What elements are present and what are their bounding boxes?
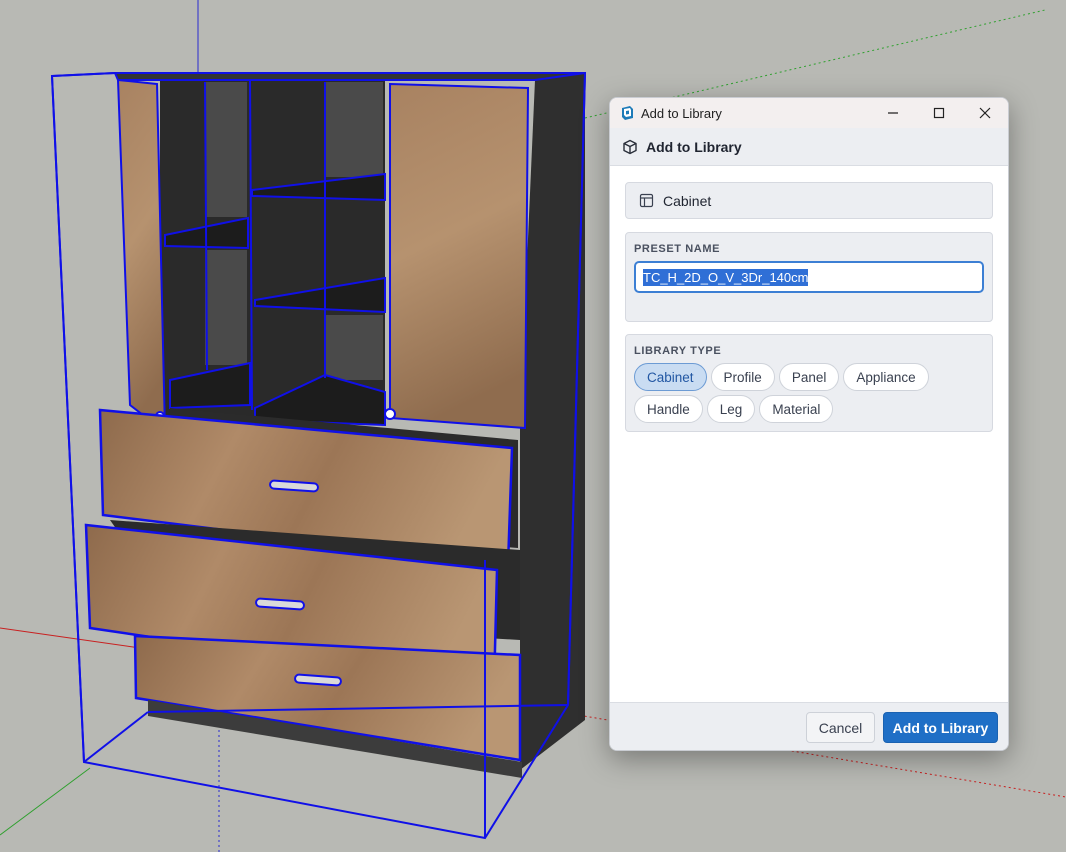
cancel-button[interactable]: Cancel	[806, 712, 875, 743]
chip-profile[interactable]: Profile	[710, 363, 775, 391]
chip-cabinet[interactable]: Cabinet	[634, 363, 707, 391]
dialog-footer: Cancel Add to Library	[610, 702, 1008, 750]
library-type-card: LIBRARY TYPE Cabinet Profile Panel Appli…	[625, 334, 993, 432]
chip-handle[interactable]: Handle	[634, 395, 703, 423]
minimize-button[interactable]	[870, 98, 916, 128]
close-button[interactable]	[962, 98, 1008, 128]
cube-icon	[622, 139, 638, 155]
preset-name-value: TC_H_2D_O_V_3Dr_140cm	[643, 268, 809, 286]
minimize-icon	[888, 112, 898, 114]
sketchup-icon	[619, 105, 635, 121]
cabinet-top	[113, 72, 586, 81]
chip-appliance[interactable]: Appliance	[843, 363, 929, 391]
interior-back-panel	[205, 82, 247, 217]
library-type-options: Cabinet Profile Panel Appliance Handle L…	[634, 363, 984, 423]
object-type-card: Cabinet	[625, 182, 993, 219]
interior-back-panel	[325, 82, 383, 177]
dialog-body: Cabinet PRESET NAME TC_H_2D_O_V_3Dr_140c…	[610, 166, 1008, 702]
add-to-library-dialog: Add to Library Add to Library Cabinet PR…	[609, 97, 1009, 751]
maximize-icon	[933, 107, 945, 119]
dialog-title: Add to Library	[646, 138, 742, 155]
green-axis	[0, 767, 91, 836]
window-titlebar[interactable]: Add to Library	[610, 98, 1008, 128]
library-type-label: LIBRARY TYPE	[634, 345, 722, 357]
close-icon	[979, 107, 991, 119]
left-door	[116, 78, 167, 435]
preset-name-card: PRESET NAME TC_H_2D_O_V_3Dr_140cm	[625, 232, 993, 322]
layout-icon	[639, 193, 654, 208]
chip-material[interactable]: Material	[759, 395, 834, 423]
preset-name-label: PRESET NAME	[634, 243, 721, 255]
object-type-label: Cabinet	[663, 192, 712, 209]
chip-leg[interactable]: Leg	[706, 395, 756, 423]
interior-back-panel	[205, 250, 247, 365]
hinge	[384, 408, 396, 420]
window-title: Add to Library	[641, 105, 722, 121]
interior-back-panel	[325, 315, 383, 380]
add-to-library-button[interactable]: Add to Library	[883, 712, 998, 743]
dialog-header: Add to Library	[610, 128, 1008, 166]
maximize-button[interactable]	[916, 98, 962, 128]
chip-panel[interactable]: Panel	[778, 363, 840, 391]
right-door	[389, 82, 530, 430]
preset-name-input[interactable]: TC_H_2D_O_V_3Dr_140cm	[634, 261, 984, 293]
